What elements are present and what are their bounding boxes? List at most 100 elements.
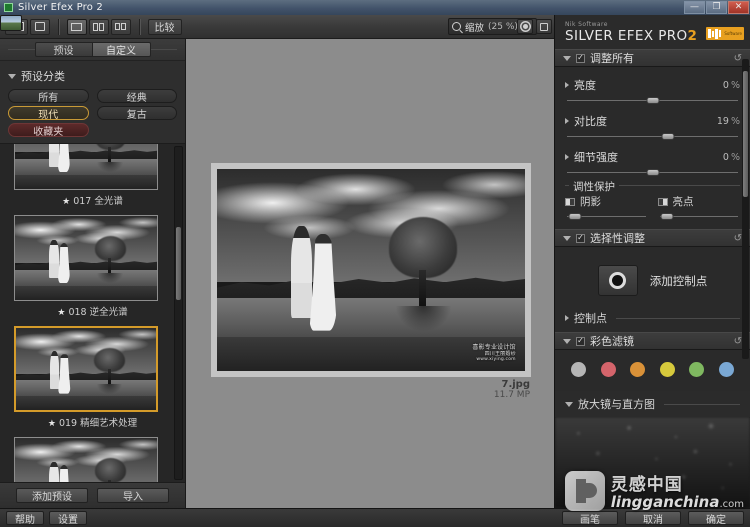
list-item[interactable]: ★ 017 全光谱 [0,144,185,211]
import-preset-button[interactable]: 导入 [97,488,169,503]
add-control-point-row[interactable]: 添加控制点 [555,251,750,306]
category-all[interactable]: 所有 [8,89,89,104]
photo-browser-icon[interactable] [0,15,22,31]
swatch-red[interactable] [600,362,616,377]
tone-highlights[interactable]: 亮点 [657,194,741,221]
slider-structure[interactable]: 细节强度 0% [555,143,750,179]
tone-shadows[interactable]: 阴影 [565,194,648,221]
slider-track[interactable] [567,168,738,177]
chevron-down-icon[interactable] [565,401,573,407]
preset-category-header[interactable]: 预设分类 [0,61,185,89]
preset-thumbnail[interactable] [14,437,158,482]
loupe-icon[interactable] [29,18,50,35]
highlights-slider-knob[interactable] [660,213,674,220]
maximize-button[interactable]: ❐ [706,1,727,14]
swatch-orange[interactable] [630,362,646,377]
main-photo-frame[interactable]: 喜影专业设计馆 四川王丽婚纱 www.xiying.com [211,163,531,377]
control-points-label: 控制点 [574,312,607,325]
slider-knob[interactable] [646,97,659,104]
dual-view-icon[interactable] [110,18,131,35]
swatch-neutral[interactable] [571,362,586,377]
list-item[interactable]: ★ 019 精细艺术处理 [0,322,185,433]
photo-ground [15,174,157,189]
help-button[interactable]: 帮助 [6,511,44,526]
ok-button[interactable]: 确定 [688,511,744,526]
loupe-preview[interactable] [555,417,750,508]
chevron-down-icon[interactable] [563,235,571,241]
control-points-subsection[interactable]: 控制点 [555,306,750,332]
swatch-yellow[interactable] [659,362,675,377]
preset-panel-actions: 添加预设 导入 [0,482,185,508]
photo-tree-reflection [97,383,123,394]
shadows-slider-knob[interactable] [568,213,582,220]
tab-custom[interactable]: 自定义 [92,42,151,57]
chevron-right-icon[interactable] [565,315,569,321]
dual-right-glyph [121,23,126,30]
chevron-right-icon[interactable] [565,154,569,160]
slider-track[interactable] [567,96,738,105]
highlights-slider-track[interactable] [659,212,739,221]
list-item[interactable] [0,433,185,482]
slider-contrast[interactable]: 对比度 19% [555,107,750,143]
chevron-right-icon[interactable] [565,118,569,124]
nik-bar-3 [715,28,718,39]
section-selective-adjustments[interactable]: ✓ 选择性调整 ↺ [555,229,750,247]
image-canvas[interactable]: 喜影专业设计馆 四川王丽婚纱 www.xiying.com 7.jpg 11.7… [186,39,554,508]
shadows-slider-track[interactable] [567,212,646,221]
brush-button[interactable]: 画笔 [562,511,618,526]
category-favorites[interactable]: 收藏夹 [8,123,89,138]
scrollbar-thumb[interactable] [176,226,181,300]
tab-presets[interactable]: 预设 [34,42,93,57]
settings-button[interactable]: 设置 [49,511,87,526]
slider-brightness[interactable]: 亮度 0% [555,71,750,107]
preset-thumbnail[interactable] [14,144,158,190]
reset-view-icon[interactable] [536,19,552,34]
main-photo: 喜影专业设计馆 四川王丽婚纱 www.xiying.com [217,169,525,371]
category-classic[interactable]: 经典 [96,89,177,104]
list-item[interactable]: ★ 018 逆全光谱 [0,211,185,322]
photo-thumb-glyph [1,16,21,30]
chevron-down-icon[interactable] [563,338,571,344]
slider-knob[interactable] [661,133,675,140]
add-preset-button[interactable]: 添加预设 [16,488,88,503]
compare-button[interactable]: 比较 [147,18,182,35]
preset-thumbnail-selected[interactable] [14,326,158,412]
minimize-button[interactable]: — [684,1,705,14]
tab-rule-left [8,49,35,50]
silver-efex-pro-window: Silver Efex Pro 2 — ❐ ✕ 比较 缩放 (25 %) 预设 … [0,0,750,527]
section-global-adjustments[interactable]: ✓ 调整所有 ↺ [555,49,750,67]
section-loupe-histogram[interactable]: 放大镜与直方图 [555,391,750,417]
close-button[interactable]: ✕ [728,1,749,14]
reset-icon[interactable]: ↺ [734,233,742,244]
add-control-point-button[interactable] [597,265,638,296]
nik-logo-text: Software [724,31,743,36]
preset-list-scrollbar[interactable] [174,146,183,480]
section-checkbox[interactable]: ✓ [576,53,585,63]
section-checkbox[interactable]: ✓ [576,336,585,346]
adjustment-panel-scrollbar[interactable] [742,59,749,359]
reset-icon[interactable]: ↺ [734,336,742,347]
scrollbar-thumb[interactable] [743,71,748,197]
preset-thumbnail[interactable] [14,215,158,301]
cancel-button[interactable]: 取消 [625,511,681,526]
reset-icon[interactable]: ↺ [734,53,742,64]
category-vintage[interactable]: 复古 [96,106,177,121]
chevron-right-icon[interactable] [565,82,569,88]
toolbar-divider-1 [57,18,59,35]
slider-track[interactable] [567,132,738,141]
chevron-down-icon[interactable] [563,55,571,61]
slider-number: 19 [716,115,729,127]
swatch-green[interactable] [689,362,705,377]
slider-knob[interactable] [646,169,659,176]
bottom-right-buttons: 画笔 取消 确定 [562,511,744,526]
single-view-icon[interactable] [66,18,87,35]
section-color-filter[interactable]: ✓ 彩色滤镜 ↺ [555,332,750,350]
section-title: 彩色滤镜 [590,335,634,348]
swatch-blue[interactable] [718,362,734,377]
category-modern[interactable]: 现代 [8,106,89,121]
section-checkbox[interactable]: ✓ [576,233,585,243]
photo-tree-reflection [97,162,123,173]
split-view-icon[interactable] [88,18,109,35]
brightness-icon[interactable] [517,19,533,34]
photo-sky [15,216,157,264]
